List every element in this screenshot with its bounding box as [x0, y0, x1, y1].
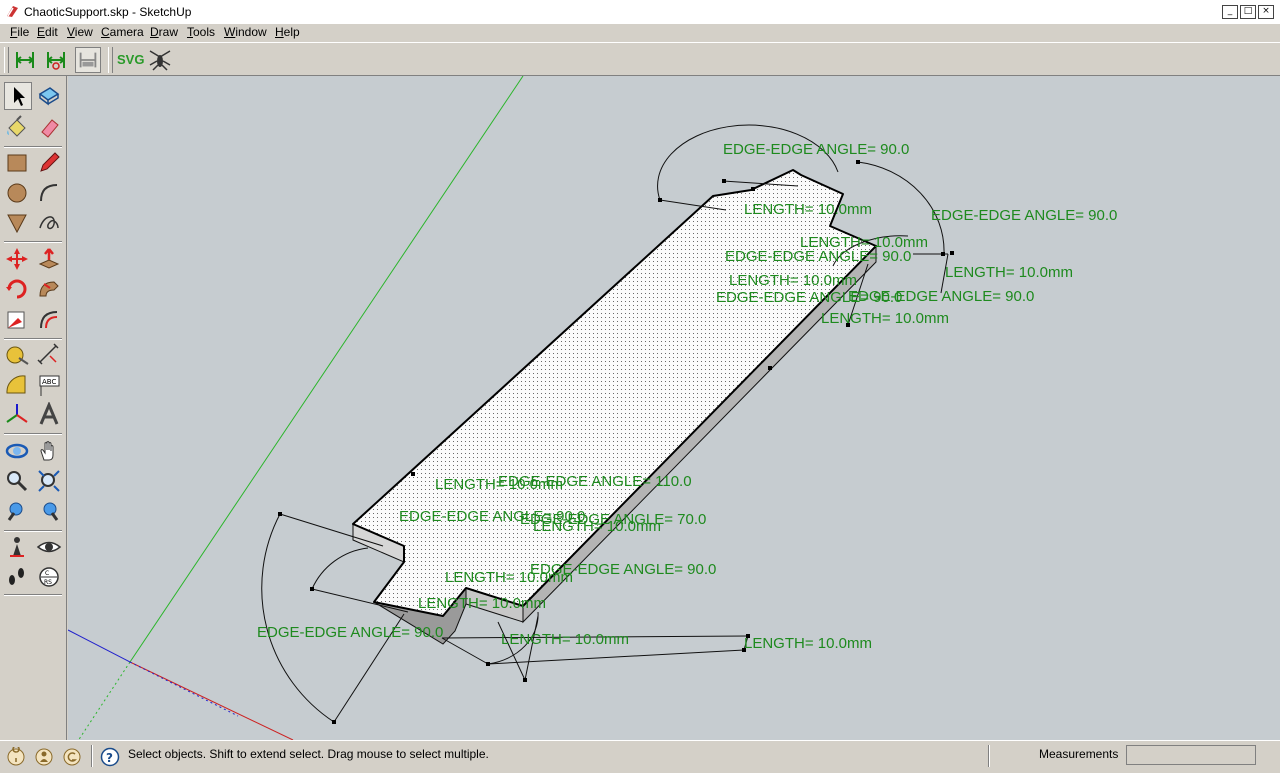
large-tool-set: ABC C RS: [0, 76, 67, 740]
arc-icon[interactable]: [36, 180, 64, 208]
menu-tools[interactable]: Tools: [187, 25, 215, 39]
window-title: ChaoticSupport.skp - SketchUp: [24, 5, 192, 19]
length-label[interactable]: LENGTH= 10.0mm: [744, 201, 872, 218]
dimension-disabled-icon[interactable]: [75, 47, 101, 73]
length-label[interactable]: LENGTH= 10.0mm: [821, 310, 949, 327]
maximize-button[interactable]: □: [1240, 5, 1256, 19]
paint-bucket-icon[interactable]: [4, 114, 32, 142]
freehand-icon[interactable]: [36, 210, 64, 238]
minimize-button[interactable]: _: [1222, 5, 1238, 19]
separator: [91, 745, 93, 767]
help-icon[interactable]: ?: [100, 747, 120, 767]
text-icon[interactable]: ABC: [36, 372, 64, 400]
drawing-viewport[interactable]: EDGE-EDGE ANGLE= 90.0 LENGTH= 10.0mm EDG…: [68, 76, 1280, 740]
tape-measure-icon[interactable]: [4, 342, 32, 370]
measurements-input[interactable]: [1126, 745, 1256, 765]
separator: [4, 241, 62, 243]
menu-edit[interactable]: Edit: [37, 25, 58, 39]
select-icon[interactable]: [4, 82, 32, 110]
length-label[interactable]: LENGTH= 10.0mm: [418, 595, 546, 612]
separator: [4, 146, 62, 148]
title-bar: ChaoticSupport.skp - SketchUp _ □ ×: [0, 0, 1280, 25]
menu-file[interactable]: File: [10, 25, 29, 39]
menu-view[interactable]: View: [67, 25, 93, 39]
svg-text:ABC: ABC: [42, 378, 56, 386]
dimension-toolbar: SVG: [0, 42, 1280, 76]
model-canvas[interactable]: EDGE-EDGE ANGLE= 90.0 LENGTH= 10.0mm EDG…: [68, 76, 1280, 740]
angle-label[interactable]: EDGE-EDGE ANGLE= 90.0: [931, 207, 1117, 224]
pencil-line-icon[interactable]: [36, 150, 64, 178]
eraser-icon[interactable]: [36, 114, 64, 142]
blue-axis: [68, 629, 131, 663]
separator: [4, 433, 62, 435]
offset-icon[interactable]: [36, 306, 64, 334]
credits-icon[interactable]: [34, 747, 54, 767]
circle-icon[interactable]: [4, 180, 32, 208]
sketchup-app-icon: [7, 6, 18, 17]
red-axis: [129, 661, 294, 740]
menu-camera[interactable]: Camera: [101, 25, 144, 39]
previous-view-icon[interactable]: [4, 498, 32, 526]
protractor-icon[interactable]: [4, 372, 32, 400]
angle-label[interactable]: EDGE-EDGE ANGLE= 90.0: [725, 248, 911, 265]
look-around-icon[interactable]: [36, 534, 64, 562]
sign-in-icon[interactable]: [62, 747, 82, 767]
separator: [4, 530, 62, 532]
menu-bar: File Edit View Camera Draw Tools Window …: [0, 24, 1280, 42]
next-view-icon[interactable]: [36, 498, 64, 526]
dimension-tool-icon[interactable]: [36, 342, 64, 370]
pan-hand-icon[interactable]: [36, 438, 64, 466]
separator: [988, 745, 990, 767]
measurements-label: Measurements: [1039, 747, 1119, 761]
part-top-face[interactable]: [352, 169, 877, 617]
orbit-icon[interactable]: [4, 438, 32, 466]
angle-label[interactable]: EDGE-EDGE ANGLE= 90.0: [257, 624, 443, 641]
separator: [4, 594, 62, 596]
push-pull-icon[interactable]: [36, 246, 64, 274]
toolbar-grip[interactable]: [4, 47, 9, 73]
length-label[interactable]: LENGTH= 10.0mm: [445, 569, 573, 586]
bug-icon[interactable]: [147, 47, 173, 73]
green-axis-hidden: [77, 661, 131, 740]
position-camera-icon[interactable]: [4, 534, 32, 562]
svg-text:RS: RS: [44, 579, 52, 586]
make-component-icon[interactable]: [36, 82, 64, 110]
separator: [4, 338, 62, 340]
menu-window[interactable]: Window: [224, 25, 267, 39]
status-bar: ? Select objects. Shift to extend select…: [0, 740, 1280, 773]
menu-draw[interactable]: Draw: [150, 25, 178, 39]
3d-text-icon[interactable]: [36, 401, 64, 430]
length-label[interactable]: LENGTH= 10.0mm: [501, 631, 629, 648]
menu-help[interactable]: Help: [275, 25, 300, 39]
zoom-extents-icon[interactable]: [36, 468, 64, 496]
svg-export-icon[interactable]: SVG: [117, 52, 144, 67]
walk-icon[interactable]: [4, 564, 32, 592]
length-label[interactable]: LENGTH= 10.0mm: [533, 518, 661, 535]
zoom-icon[interactable]: [4, 468, 32, 496]
svg-text:C: C: [45, 570, 49, 577]
follow-me-icon[interactable]: [36, 276, 64, 304]
polygon-icon[interactable]: [4, 210, 32, 238]
status-hint: Select objects. Shift to extend select. …: [128, 747, 489, 761]
dimension-icon[interactable]: [12, 47, 38, 73]
rotate-icon[interactable]: [4, 276, 32, 304]
length-label[interactable]: LENGTH= 10.0mm: [729, 272, 857, 289]
svg-text:?: ?: [106, 751, 113, 765]
rectangle-icon[interactable]: [4, 150, 32, 178]
toolbar-grip[interactable]: [108, 47, 113, 73]
move-icon[interactable]: [4, 246, 32, 274]
scale-icon[interactable]: [4, 306, 32, 334]
angle-label[interactable]: EDGE-EDGE ANGLE= 90.0: [848, 288, 1034, 305]
dimension-radius-icon[interactable]: [43, 47, 69, 73]
close-button[interactable]: ×: [1258, 5, 1274, 19]
axes-icon[interactable]: [4, 402, 32, 430]
length-label[interactable]: LENGTH= 10.0mm: [435, 476, 563, 493]
length-label[interactable]: LENGTH= 10.0mm: [945, 264, 1073, 281]
length-label[interactable]: LENGTH= 10.0mm: [744, 635, 872, 652]
section-plane-icon[interactable]: C RS: [36, 564, 64, 592]
geo-location-icon[interactable]: [6, 747, 26, 767]
angle-label[interactable]: EDGE-EDGE ANGLE= 90.0: [723, 141, 909, 158]
